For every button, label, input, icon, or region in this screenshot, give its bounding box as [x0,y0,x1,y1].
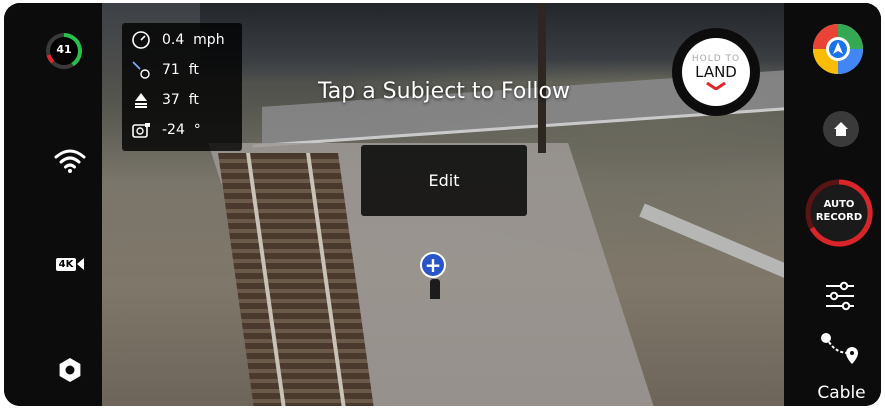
settings-button[interactable] [48,348,92,392]
speed-value: 0.4 [162,32,185,48]
subject-person[interactable] [430,279,440,299]
telemetry-panel: 0.4 mph 71 ft 37 ft -24 ° [122,23,242,151]
maps-icon [813,24,863,74]
feed-pole [538,3,546,153]
auto-record-label: AUTO RECORD [804,198,874,224]
map-view-button[interactable] [812,23,864,75]
app-window: 41 4K 0.4 mph 71 ft 37 ft -24 ° Tap a Su… [4,3,881,406]
follow-prompt: Tap a Subject to Follow [317,79,571,104]
left-toolbar: 41 4K [4,3,102,406]
settings-icon [59,358,81,382]
gimbal-value: -24 [162,122,185,138]
chevron-down-icon [706,82,726,90]
wifi-icon [54,149,86,173]
altitude-icon [130,89,152,111]
land-label: LAND [695,63,737,81]
altitude-value: 37 [162,92,180,108]
gimbal-icon [130,119,152,141]
distance-readout: 71 ft [130,59,199,81]
video-resolution-button[interactable]: 4K [48,249,92,279]
battery-indicator[interactable]: 41 [44,31,84,71]
land-button-face: HOLD TO LAND [682,38,750,106]
subject-select-marker[interactable]: + [420,252,446,278]
auto-record-line1: AUTO [823,199,855,210]
plus-icon: + [424,253,442,277]
auto-record-line2: RECORD [815,212,863,223]
speedometer-icon [130,29,152,51]
distance-unit: ft [188,62,199,78]
edit-label: Edit [428,171,460,190]
hold-to-land-button[interactable]: HOLD TO LAND [672,28,760,116]
battery-level: 41 [56,43,72,56]
speed-unit: mph [193,32,225,48]
sliders-icon[interactable] [822,279,858,313]
cable-mode-label[interactable]: Cable [804,383,879,403]
cable-icon[interactable] [816,329,862,369]
distance-value: 71 [162,62,180,78]
resolution-label: 4K [55,257,77,271]
altitude-readout: 37 ft [130,89,199,111]
speed-readout: 0.4 mph [130,29,225,51]
return-home-button[interactable] [823,111,859,147]
wifi-status-button[interactable] [48,141,92,181]
altitude-unit: ft [188,92,199,108]
resolution-icon: 4K [55,257,85,271]
gimbal-readout: -24 ° [130,119,201,141]
distance-icon [130,59,152,81]
gimbal-unit: ° [193,122,201,138]
edit-button[interactable]: Edit [361,145,527,216]
home-icon [834,122,848,136]
